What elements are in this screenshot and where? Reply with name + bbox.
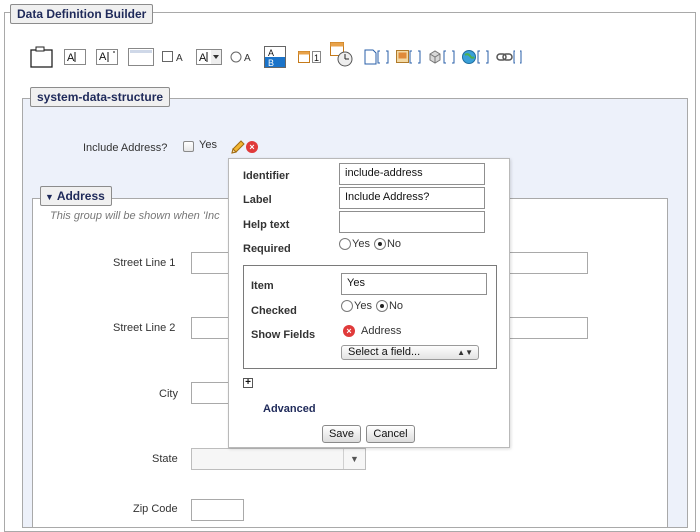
label-input[interactable]: Include Address? xyxy=(339,187,485,209)
checked-yes-radio[interactable] xyxy=(341,300,353,312)
zip-label: Zip Code xyxy=(133,503,178,515)
address-group-label: Address xyxy=(56,189,105,203)
checked-no-radio[interactable] xyxy=(375,300,388,312)
multiselect-field-icon[interactable]: AB xyxy=(264,46,286,68)
add-item-icon[interactable]: + xyxy=(243,378,253,388)
state-select[interactable]: ▼ xyxy=(191,448,366,470)
chevron-down-icon: ▼ xyxy=(343,449,365,469)
remove-show-field-icon[interactable]: × xyxy=(343,325,355,337)
advanced-toggle[interactable]: Advanced xyxy=(263,403,316,415)
state-label: State xyxy=(152,453,178,465)
file-chooser-icon[interactable] xyxy=(396,46,422,68)
item-input[interactable]: Yes xyxy=(341,273,487,295)
text-field-icon[interactable]: A xyxy=(64,46,86,68)
include-address-option: Yes xyxy=(199,139,217,151)
checkbox-glyph: A xyxy=(176,53,183,64)
required-no-radio[interactable] xyxy=(373,238,386,250)
field-editor-popup: Identifier include-address Label Include… xyxy=(228,158,510,448)
wysiwyg-icon[interactable] xyxy=(128,46,154,68)
calendar-field-icon[interactable]: 1 xyxy=(298,46,322,68)
checked-no-label: No xyxy=(388,300,404,312)
show-fields-label: Show Fields xyxy=(251,329,316,341)
required-label: Required xyxy=(243,243,291,255)
multiselect-glyph-top: A xyxy=(268,48,274,58)
city-label: City xyxy=(159,388,178,400)
city-input[interactable] xyxy=(191,382,231,404)
multiline-glyph: A xyxy=(99,51,107,63)
page-chooser-icon[interactable] xyxy=(364,46,390,68)
calendar-glyph: 1 xyxy=(314,53,319,63)
identifier-input[interactable]: include-address xyxy=(339,163,485,185)
checked-label: Checked xyxy=(251,305,297,317)
address-group-title[interactable]: ▼ Address xyxy=(40,186,112,206)
radio-glyph: A xyxy=(244,53,251,64)
remove-field-icon[interactable]: × xyxy=(246,141,258,153)
label-label: Label xyxy=(243,194,272,206)
multiselect-glyph-bottom: B xyxy=(268,58,274,68)
group-hint: This group will be shown when 'Inc xyxy=(50,210,220,222)
datetime-field-icon[interactable] xyxy=(330,42,354,67)
builder-title: Data Definition Builder xyxy=(10,4,154,24)
include-address-label: Include Address? xyxy=(83,142,168,154)
show-field-item: × Address xyxy=(343,325,401,337)
dropdown-glyph: A xyxy=(199,52,207,64)
include-address-checkbox[interactable] xyxy=(183,141,194,152)
show-field-value: Address xyxy=(361,325,402,337)
required-no-label: No xyxy=(386,238,402,250)
required-yes-label: Yes xyxy=(352,238,370,250)
help-text-input[interactable] xyxy=(339,211,485,233)
checked-yes-label: Yes xyxy=(354,300,372,312)
required-radio-group: Yes No xyxy=(339,238,401,250)
checked-radio-group: Yes No xyxy=(341,300,403,312)
item-label: Item xyxy=(251,280,274,292)
help-text-label: Help text xyxy=(243,219,290,231)
group-icon[interactable] xyxy=(30,46,54,68)
required-yes-radio[interactable] xyxy=(339,238,351,250)
block-chooser-icon[interactable] xyxy=(428,46,456,68)
cancel-button[interactable]: Cancel xyxy=(366,425,415,443)
zip-input[interactable] xyxy=(191,499,244,521)
street2-label: Street Line 2 xyxy=(113,322,176,334)
select-field-dropdown[interactable]: Select a field... ▲▼ xyxy=(341,345,479,360)
text-field-glyph: A xyxy=(67,52,75,64)
multiline-text-icon[interactable]: A xyxy=(96,46,118,68)
collapse-arrow-icon: ▼ xyxy=(45,192,54,202)
pencil-icon[interactable] xyxy=(230,140,246,159)
structure-title: system-data-structure xyxy=(30,87,171,107)
street1-label: Street Line 1 xyxy=(113,257,176,269)
identifier-label: Identifier xyxy=(243,170,290,182)
checkbox-field-icon[interactable]: A xyxy=(162,46,186,68)
updown-arrow-icon: ▲▼ xyxy=(457,348,473,357)
select-field-label: Select a field... xyxy=(348,346,421,358)
radio-field-icon[interactable]: A xyxy=(230,46,254,68)
symlink-chooser-icon[interactable] xyxy=(462,46,490,68)
link-chooser-icon[interactable] xyxy=(496,46,524,68)
item-panel: Item Yes Checked Yes No Show Fields × Ad… xyxy=(243,265,497,369)
dropdown-field-icon[interactable]: A xyxy=(196,46,222,68)
save-button[interactable]: Save xyxy=(322,425,361,443)
close-icon: × xyxy=(246,141,258,153)
